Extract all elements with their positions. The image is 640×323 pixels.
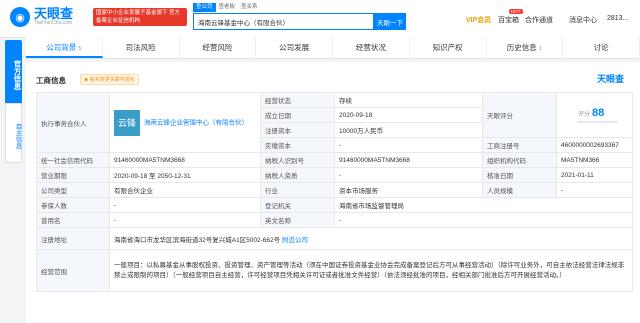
orgcode-label: 组织机构代码 (482, 152, 557, 168)
logo-url: TianYanCha.com (34, 20, 73, 26)
hot-badge: HOT (509, 9, 523, 14)
cooperation-link[interactable]: 合作通道 (525, 15, 553, 25)
orgcode-value: MA5TNM366 (556, 152, 633, 168)
score-label: 天眼评分 (482, 92, 557, 138)
credit-value: 91460000MA5TNM3668 (109, 152, 261, 168)
english-name-label: 英文名称 (260, 212, 335, 228)
taxid-label: 纳税人识别号 (260, 152, 335, 168)
shareholder-visual-pill[interactable]: ◉ 股东变更关联可视化 (80, 74, 139, 85)
partner-link[interactable]: 海南云锋企业管理中心（有限合伙） (144, 119, 248, 126)
search-button[interactable]: 天眼一下 (374, 13, 406, 30)
scope-value: 一般项目：以私募基金从事股权投资、投资管理、资产管理等活动（须在中国证券投资基金… (109, 249, 633, 292)
search-tab-relation[interactable]: 查关系 (238, 3, 261, 12)
side-panel: 官方信息 自主信息 (5, 40, 22, 163)
approved-value: 2021-01-11 (556, 167, 633, 183)
partner-cell: 云锋 海南云锋企业管理中心（有限合伙） (109, 92, 261, 153)
tab-operating-status[interactable]: 经营状况 (333, 37, 410, 58)
baixiang-link[interactable]: 百宝箱 (498, 15, 519, 25)
industry-label: 行业 (260, 182, 335, 198)
insured-value: - (109, 197, 261, 213)
former-name-label: 曾用名 (36, 212, 110, 228)
search-input[interactable]: 海南云锋基金中心（有限合伙） (193, 13, 374, 30)
tab-discussion[interactable]: 讨论 (563, 37, 640, 58)
industry-value: 资本市场服务 (334, 182, 483, 198)
search-tab-company[interactable]: 查公司 (193, 3, 216, 12)
paidcap-label: 实缴资本 (260, 137, 335, 153)
nearby-companies-link[interactable]: 附近公司 (282, 237, 308, 244)
logo-eye-icon: ◉ (10, 7, 30, 27)
address-value: 海南省海口市龙华区滨海街道32号复兴城A1区5002-662号 (114, 236, 281, 244)
score-cell[interactable]: 评分 88 (556, 92, 633, 138)
promo-banner[interactable]: 国家中小企业发展子基金旗下 官方备案企业征信机构 (93, 8, 187, 26)
section-title: 工商信息 (36, 76, 66, 85)
tab-history[interactable]: 历史信息 1 (487, 37, 564, 58)
top-header: ◉ 天眼查 TianYanCha.com 国家中小企业发展子基金旗下 官方备案企… (0, 0, 640, 38)
taxid-value: 91460000MA5TNM3668 (334, 152, 483, 168)
scope-label: 经营范围 (36, 249, 110, 292)
credit-label: 统一社会信用代码 (36, 152, 110, 168)
search-tab-boss[interactable]: 查老板 (216, 3, 239, 12)
tab-intellectual-property[interactable]: 知识产权 (410, 37, 487, 58)
insured-label: 参保人数 (36, 197, 110, 213)
partner-avatar: 云锋 (114, 109, 140, 136)
tab-operating-risk[interactable]: 经营风险 (180, 37, 257, 58)
staff-label: 人员规模 (482, 182, 557, 198)
bizno-label: 工商注册号 (482, 137, 557, 153)
type-label: 公司类型 (36, 182, 110, 198)
taxqual-label: 纳税人资质 (260, 167, 335, 183)
partner-label: 执行事务合伙人 (36, 92, 110, 153)
established-label: 成立日期 (260, 107, 335, 123)
authority-value: 海南省市场监督管理局 (334, 197, 633, 213)
business-info-table: 执行事务合伙人 云锋 海南云锋企业管理中心（有限合伙） 经营状态 存续 天眼评分 … (36, 92, 633, 292)
term-label: 营业期限 (36, 167, 110, 183)
self-info-tab[interactable]: 自主信息 (5, 103, 22, 163)
score-value: 88 (592, 107, 605, 119)
message-center-link[interactable]: 消息中心 (569, 15, 597, 25)
regcap-label: 注册资本 (260, 122, 335, 138)
address-cell: 海南省海口市龙华区滨海街道32号复兴城A1区5002-662号 附近公司 (109, 227, 633, 250)
status-label: 经营状态 (260, 92, 335, 108)
tab-judicial-risk[interactable]: 司法风险 (103, 37, 180, 58)
status-value: 存续 (334, 92, 483, 108)
former-name-value: - (109, 212, 261, 228)
search-type-tabs: 查公司 查老板 查关系 (193, 3, 261, 12)
type-value: 有限合伙企业 (109, 182, 261, 198)
score-bar (578, 121, 618, 123)
official-info-tab[interactable]: 官方信息 (5, 40, 22, 103)
regcap-value: 10000万人民币 (334, 122, 483, 138)
user-menu[interactable]: 2813... (607, 15, 628, 22)
established-value: 2020-09-18 (334, 107, 483, 123)
vip-link[interactable]: VIP会员 (466, 15, 491, 25)
paidcap-value: - (334, 137, 483, 153)
authority-label: 登记机关 (260, 197, 335, 213)
logo[interactable]: ◉ 天眼查 TianYanCha.com (10, 7, 73, 27)
section-tabs: 公司背景 5 司法风险 经营风险 公司发展 经营状况 知识产权 历史信息 1 讨… (26, 37, 640, 59)
tab-company-development[interactable]: 公司发展 (256, 37, 333, 58)
approved-label: 核准日期 (482, 167, 557, 183)
term-value: 2020-09-18 至 2050-12-31 (109, 167, 261, 183)
staff-value: - (556, 182, 633, 198)
tab-company-background[interactable]: 公司背景 5 (26, 37, 103, 58)
address-label: 注册地址 (36, 227, 110, 250)
english-name-value: - (334, 212, 633, 228)
logo-name: 天眼查 (34, 6, 74, 21)
watermark-logo: 天眼查 (596, 74, 624, 84)
score-caption: 评分 (578, 112, 591, 118)
taxqual-value: - (334, 167, 483, 183)
bizno-value: 460000000269336​7 (556, 137, 633, 153)
business-info-card: 工商信息 ◉ 股东变更关联可视化 天眼查 执行事务合伙人 云锋 海南云锋企业管理中… (26, 62, 640, 323)
